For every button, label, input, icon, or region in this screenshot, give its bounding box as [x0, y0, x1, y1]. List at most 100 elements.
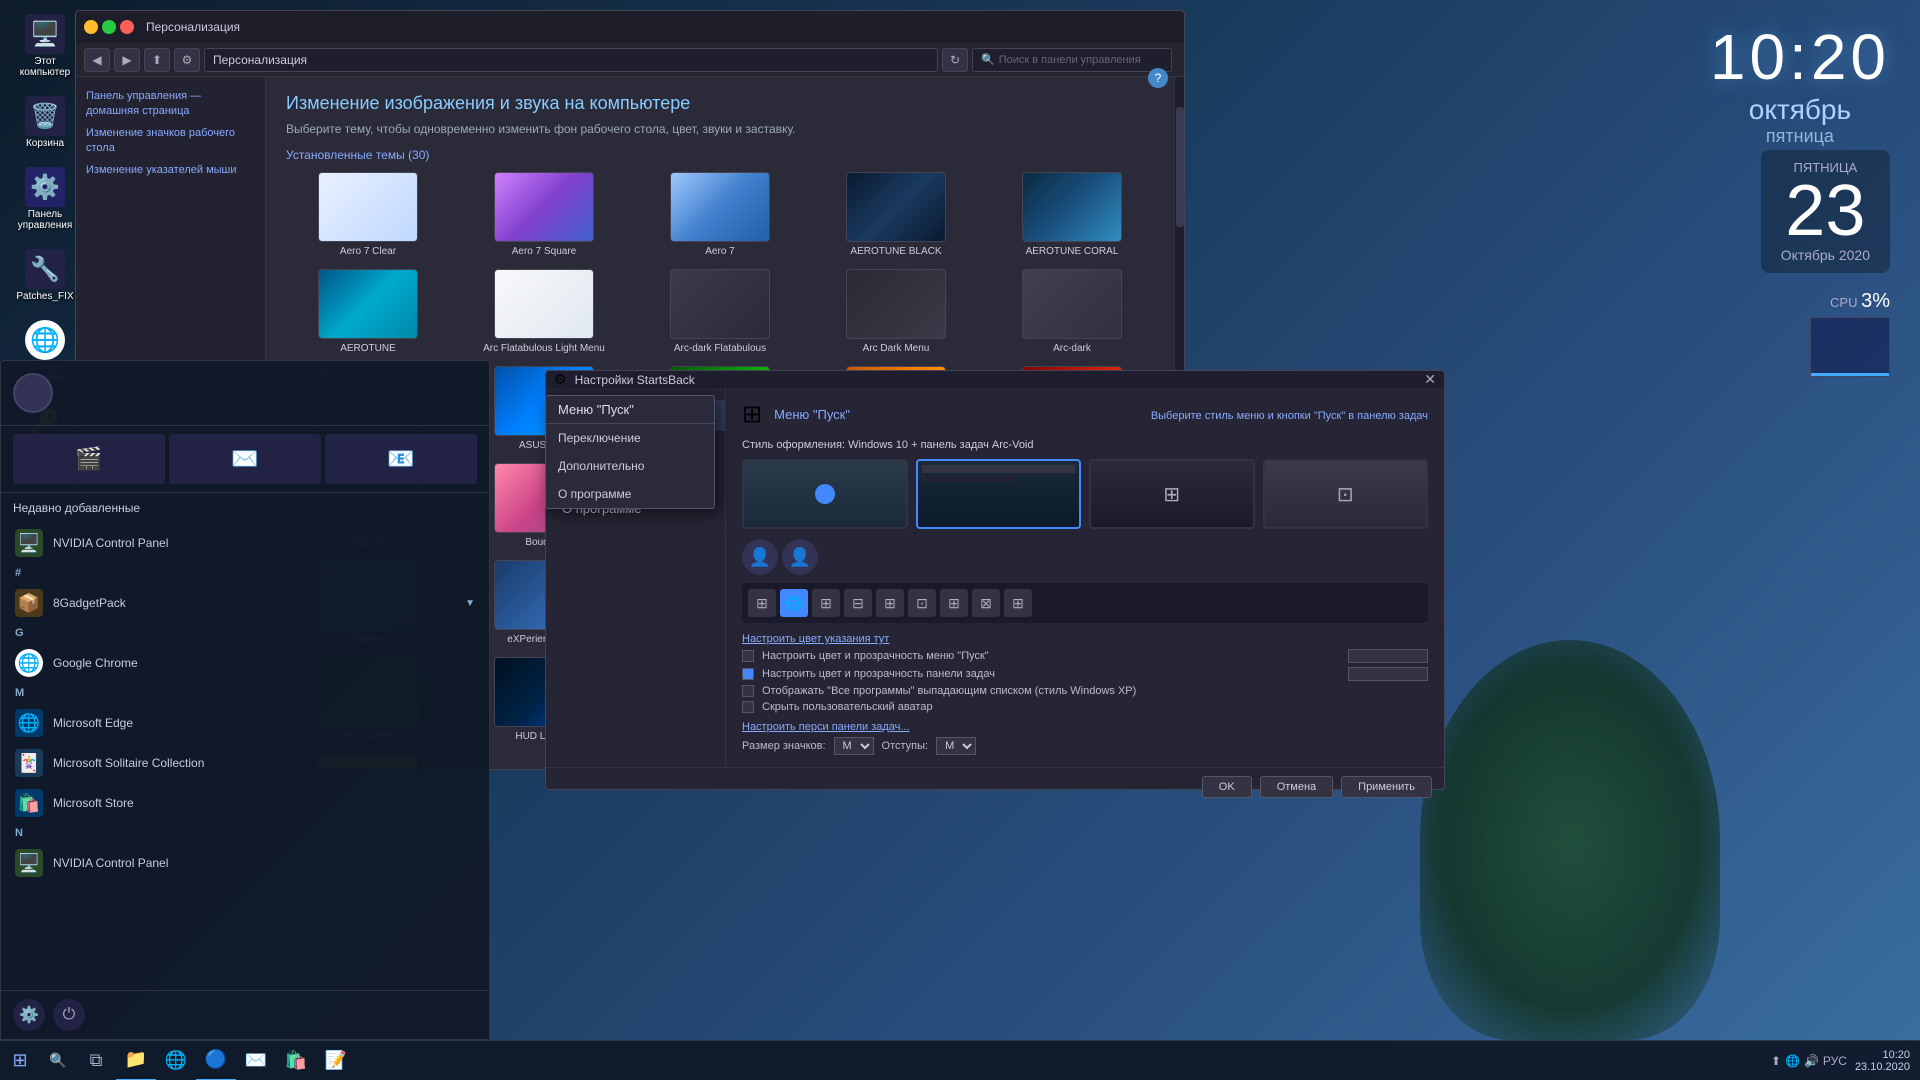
- pinned-tile-3[interactable]: 📧: [325, 434, 477, 484]
- taskbar-app-edge[interactable]: 🌐: [156, 1041, 196, 1080]
- pinned-tile-2[interactable]: ✉️: [169, 434, 321, 484]
- pinned-tile-1[interactable]: 🎬: [13, 434, 165, 484]
- app-item-8gadget[interactable]: 📦 8GadgetPack ▼: [1, 583, 489, 623]
- icon-size-select[interactable]: MSL: [834, 737, 874, 755]
- sidebar-home[interactable]: Панель управления — домашняя страница: [86, 89, 255, 120]
- check-label-2: Настроить цвет и прозрачность панели зад…: [762, 668, 995, 680]
- taskbar-btn-2[interactable]: 🌐: [780, 589, 808, 617]
- checkbox-2[interactable]: [742, 668, 754, 680]
- style-item-2[interactable]: [916, 459, 1082, 529]
- theme-thumb: [846, 269, 946, 339]
- taskbar-clock[interactable]: 10:20 23.10.2020: [1855, 1049, 1910, 1073]
- theme-item[interactable]: AEROTUNE CORAL: [990, 172, 1154, 257]
- app-item-nvidia2[interactable]: 🖥️ NVIDIA Control Panel: [1, 843, 489, 883]
- installed-themes-title[interactable]: Установленные темы (30): [286, 148, 1154, 162]
- apply-button[interactable]: Применить: [1341, 776, 1432, 798]
- taskbar-lang[interactable]: РУС: [1823, 1054, 1847, 1068]
- taskbar-app-notepad[interactable]: 📝: [316, 1041, 356, 1080]
- forward-button[interactable]: ▶: [114, 48, 140, 72]
- scrollbar-thumb[interactable]: [1176, 107, 1184, 227]
- taskbar-search-button[interactable]: 🔍: [40, 1041, 76, 1080]
- theme-item[interactable]: Aero 7: [638, 172, 802, 257]
- window-toolbar: ◀ ▶ ⬆ ⚙ Персонализация ↻ 🔍 Поиск в панел…: [76, 43, 1184, 77]
- context-item-switch[interactable]: Переключение: [546, 424, 714, 452]
- taskbar-icon-up[interactable]: ⬆: [1771, 1054, 1781, 1068]
- sidebar-link1[interactable]: Изменение значков рабочего стола: [86, 126, 255, 157]
- taskbar-btn-1[interactable]: ⊞: [748, 589, 776, 617]
- ok-button[interactable]: OK: [1202, 776, 1252, 798]
- startback-link[interactable]: Выберите стиль меню и кнопки "Пуск" в па…: [1151, 410, 1428, 422]
- address-bar[interactable]: Персонализация: [204, 48, 938, 72]
- taskbar-app-store[interactable]: 🛍️: [276, 1041, 316, 1080]
- close-button[interactable]: [120, 20, 134, 34]
- taskbar-btn-4[interactable]: ⊟: [844, 589, 872, 617]
- taskbar-btn-8[interactable]: ⊠: [972, 589, 1000, 617]
- help-button[interactable]: ?: [1148, 68, 1168, 88]
- maximize-button[interactable]: [102, 20, 116, 34]
- checkbox-3[interactable]: [742, 685, 754, 697]
- search-bar[interactable]: 🔍 Поиск в панели управления: [972, 48, 1172, 72]
- cpu-widget: CPU 3%: [1810, 290, 1890, 377]
- style-item-4[interactable]: ⊡: [1263, 459, 1429, 529]
- theme-item[interactable]: Arc-dark Flatabulous: [638, 269, 802, 354]
- app-list[interactable]: 🖥️ NVIDIA Control Panel # 📦 8GadgetPack …: [1, 519, 489, 990]
- startback-buttons: OK Отмена Применить: [546, 767, 1444, 806]
- taskbar-app-explorer[interactable]: 📁: [116, 1041, 156, 1080]
- startback-close-button[interactable]: ✕: [1424, 371, 1436, 388]
- window-titlebar: Персонализация: [76, 11, 1184, 43]
- avatar-icons-row: 👤 👤: [742, 539, 1428, 575]
- checkbox-1[interactable]: [742, 650, 754, 662]
- style-item-1[interactable]: [742, 459, 908, 529]
- app-item-solitaire[interactable]: 🃏 Microsoft Solitaire Collection: [1, 743, 489, 783]
- taskbar-app-chrome[interactable]: 🔵: [196, 1041, 236, 1080]
- date-widget: ПЯТНИЦА 23 Октябрь 2020: [1761, 150, 1890, 273]
- theme-item[interactable]: Arc Dark Menu: [814, 269, 978, 354]
- theme-thumb: [494, 269, 594, 339]
- theme-item[interactable]: Arc-dark: [990, 269, 1154, 354]
- section-letter-g: G: [1, 623, 489, 643]
- taskbar-btn-9[interactable]: ⊞: [1004, 589, 1032, 617]
- taskbar-btn-6[interactable]: ⊡: [908, 589, 936, 617]
- taskbar-btn-3[interactable]: ⊞: [812, 589, 840, 617]
- startback-title: Настройки StartsBack: [575, 373, 695, 387]
- desktop-icon-recycle[interactable]: 🗑️ Корзина: [10, 92, 80, 153]
- color-option-title[interactable]: Настроить цвет указания тут: [742, 633, 1428, 645]
- date-number: 23: [1781, 175, 1870, 247]
- checkbox-4[interactable]: [742, 701, 754, 713]
- power-button[interactable]: ⏻: [53, 999, 85, 1031]
- window-title: Персонализация: [146, 20, 240, 34]
- taskbar-icon-network[interactable]: 🌐: [1785, 1054, 1800, 1068]
- desktop-icon-patches[interactable]: 🔧 Patches_FIX: [10, 245, 80, 306]
- sidebar-link2[interactable]: Изменение указателей мыши: [86, 163, 255, 178]
- settings-button[interactable]: ⚙️: [13, 999, 45, 1031]
- theme-item[interactable]: AEROTUNE: [286, 269, 450, 354]
- start-button[interactable]: ⊞: [0, 1041, 40, 1080]
- app-item-nvidia[interactable]: 🖥️ NVIDIA Control Panel: [1, 523, 489, 563]
- theme-item[interactable]: Aero 7 Square: [462, 172, 626, 257]
- desktop-icon-computer[interactable]: 🖥️ Этот компьютер: [10, 10, 80, 82]
- clock-dayname: пятница: [1710, 126, 1890, 147]
- theme-name: Arc-dark Flatabulous: [674, 343, 766, 354]
- back-button[interactable]: ◀: [84, 48, 110, 72]
- taskbar-btn-5[interactable]: ⊞: [876, 589, 904, 617]
- taskbar-btn-7[interactable]: ⊞: [940, 589, 968, 617]
- taskbar-icon-volume[interactable]: 🔊: [1804, 1054, 1819, 1068]
- context-item-additional[interactable]: Дополнительно: [546, 452, 714, 480]
- style-item-3[interactable]: ⊞: [1089, 459, 1255, 529]
- gap-select[interactable]: MSL: [936, 737, 976, 755]
- theme-item[interactable]: Arc Flatabulous Light Menu: [462, 269, 626, 354]
- taskbar-app-multitask[interactable]: ⧉: [76, 1041, 116, 1080]
- theme-item[interactable]: Aero 7 Clear: [286, 172, 450, 257]
- theme-item[interactable]: AEROTUNE BLACK: [814, 172, 978, 257]
- app-item-chrome[interactable]: 🌐 Google Chrome: [1, 643, 489, 683]
- taskbar-app-mail[interactable]: ✉️: [236, 1041, 276, 1080]
- app-item-store[interactable]: 🛍️ Microsoft Store: [1, 783, 489, 823]
- desktop-icon-control[interactable]: ⚙️ Панель управления: [10, 163, 80, 235]
- app-item-edge[interactable]: 🌐 Microsoft Edge: [1, 703, 489, 743]
- up-button[interactable]: ⬆: [144, 48, 170, 72]
- size-option-title[interactable]: Настроить перси панели задач...: [742, 721, 1428, 733]
- minimize-button[interactable]: [84, 20, 98, 34]
- context-item-about[interactable]: О программе: [546, 480, 714, 508]
- cancel-button[interactable]: Отмена: [1260, 776, 1333, 798]
- refresh-button[interactable]: ↻: [942, 48, 968, 72]
